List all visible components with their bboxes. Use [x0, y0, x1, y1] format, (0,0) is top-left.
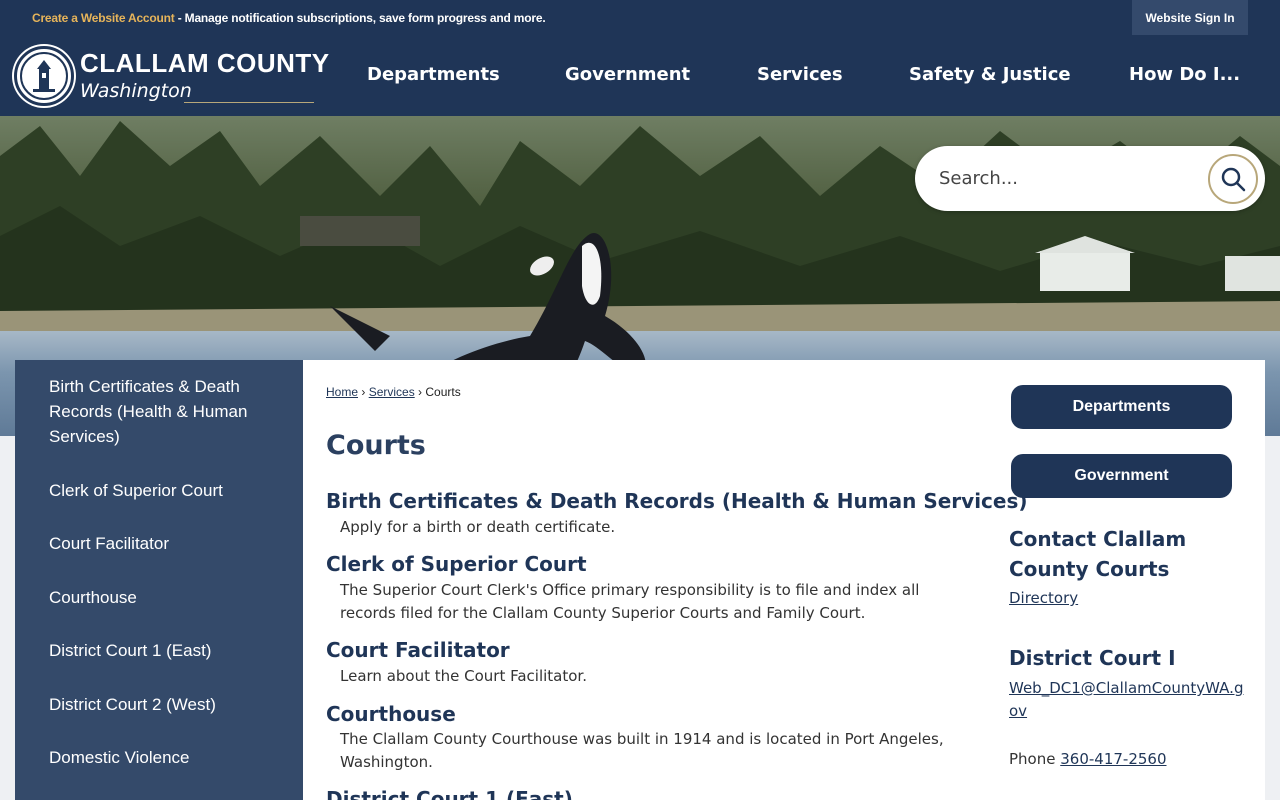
county-logo[interactable]: CLALLAM COUNTY Washington: [14, 46, 329, 108]
logo-divider: [184, 102, 314, 103]
entry-desc: The Clallam County Courthouse was built …: [340, 730, 944, 771]
sidebar-item-district-court-west[interactable]: District Court 2 (West): [49, 692, 279, 717]
entry-desc: The Superior Court Clerk's Office primar…: [340, 581, 920, 622]
sidebar-item-court-facilitator[interactable]: Court Facilitator: [49, 531, 279, 556]
sidebar-item-district-court-east[interactable]: District Court 1 (East): [49, 638, 279, 663]
phone-line: Phone 360-417-2560: [1009, 750, 1167, 768]
sidebar-item-birth-death-records[interactable]: Birth Certificates & Death Records (Heal…: [49, 374, 279, 449]
logo-name: CLALLAM COUNTY: [80, 48, 330, 78]
directory-link[interactable]: Directory: [1009, 587, 1244, 610]
utility-bar: Create a Website Account - Manage notifi…: [0, 0, 1280, 36]
create-account-link[interactable]: Create a Website Account: [32, 11, 175, 25]
search-input[interactable]: Search...: [939, 168, 1018, 189]
entry-desc: Apply for a birth or death certificate.: [340, 518, 616, 536]
page-title: Courts: [326, 430, 426, 461]
entry-title-district-court-east[interactable]: District Court 1 (East): [326, 787, 573, 800]
search-button[interactable]: [1208, 154, 1258, 204]
main-content: Home › Services › Courts Courts Birth Ce…: [303, 360, 1265, 800]
county-seal-icon: [14, 46, 74, 106]
entry-title-courthouse[interactable]: Courthouse: [326, 702, 456, 726]
breadcrumb-home[interactable]: Home: [326, 385, 358, 399]
entry-desc: Learn about the Court Facilitator.: [340, 667, 587, 685]
entry-title-clerk-superior-court[interactable]: Clerk of Superior Court: [326, 552, 587, 576]
phone-label: Phone: [1009, 750, 1061, 768]
website-signin-button[interactable]: Website Sign In: [1132, 0, 1248, 35]
sidebar-item-clerk-superior-court[interactable]: Clerk of Superior Court: [49, 478, 279, 503]
account-message: Create a Website Account - Manage notifi…: [32, 11, 546, 25]
search-icon: [1221, 167, 1246, 192]
breadcrumb-current: Courts: [425, 385, 461, 399]
departments-button[interactable]: Departments: [1011, 385, 1232, 429]
breadcrumb: Home › Services › Courts: [326, 385, 461, 399]
sidebar-item-courthouse[interactable]: Courthouse: [49, 585, 279, 610]
logo-subtitle: Washington: [80, 80, 192, 102]
phone-link[interactable]: 360-417-2560: [1060, 750, 1166, 768]
site-header: CLALLAM COUNTY Washington Departments Go…: [0, 36, 1280, 116]
nav-departments[interactable]: Departments: [367, 64, 500, 85]
government-button[interactable]: Government: [1011, 454, 1232, 498]
nav-safety-justice[interactable]: Safety & Justice: [909, 64, 1071, 85]
nav-services[interactable]: Services: [757, 64, 843, 85]
district-court-heading: District Court I: [1009, 646, 1176, 670]
nav-government[interactable]: Government: [565, 64, 690, 85]
account-message-text: - Manage notification subscriptions, sav…: [174, 11, 546, 25]
entry-title-birth-death-records[interactable]: Birth Certificates & Death Records (Heal…: [326, 489, 1028, 513]
sidebar-item-domestic-violence[interactable]: Domestic Violence: [49, 745, 279, 770]
email-link[interactable]: Web_DC1@ClallamCountyWA.gov: [1009, 677, 1244, 723]
breadcrumb-services[interactable]: Services: [369, 385, 415, 399]
section-sidebar: Birth Certificates & Death Records (Heal…: [15, 360, 303, 800]
nav-how-do-i[interactable]: How Do I...: [1129, 64, 1240, 85]
contact-heading: Contact Clallam County Courts: [1009, 527, 1187, 581]
search-box: Search...: [915, 146, 1265, 211]
entry-title-court-facilitator[interactable]: Court Facilitator: [326, 638, 510, 662]
